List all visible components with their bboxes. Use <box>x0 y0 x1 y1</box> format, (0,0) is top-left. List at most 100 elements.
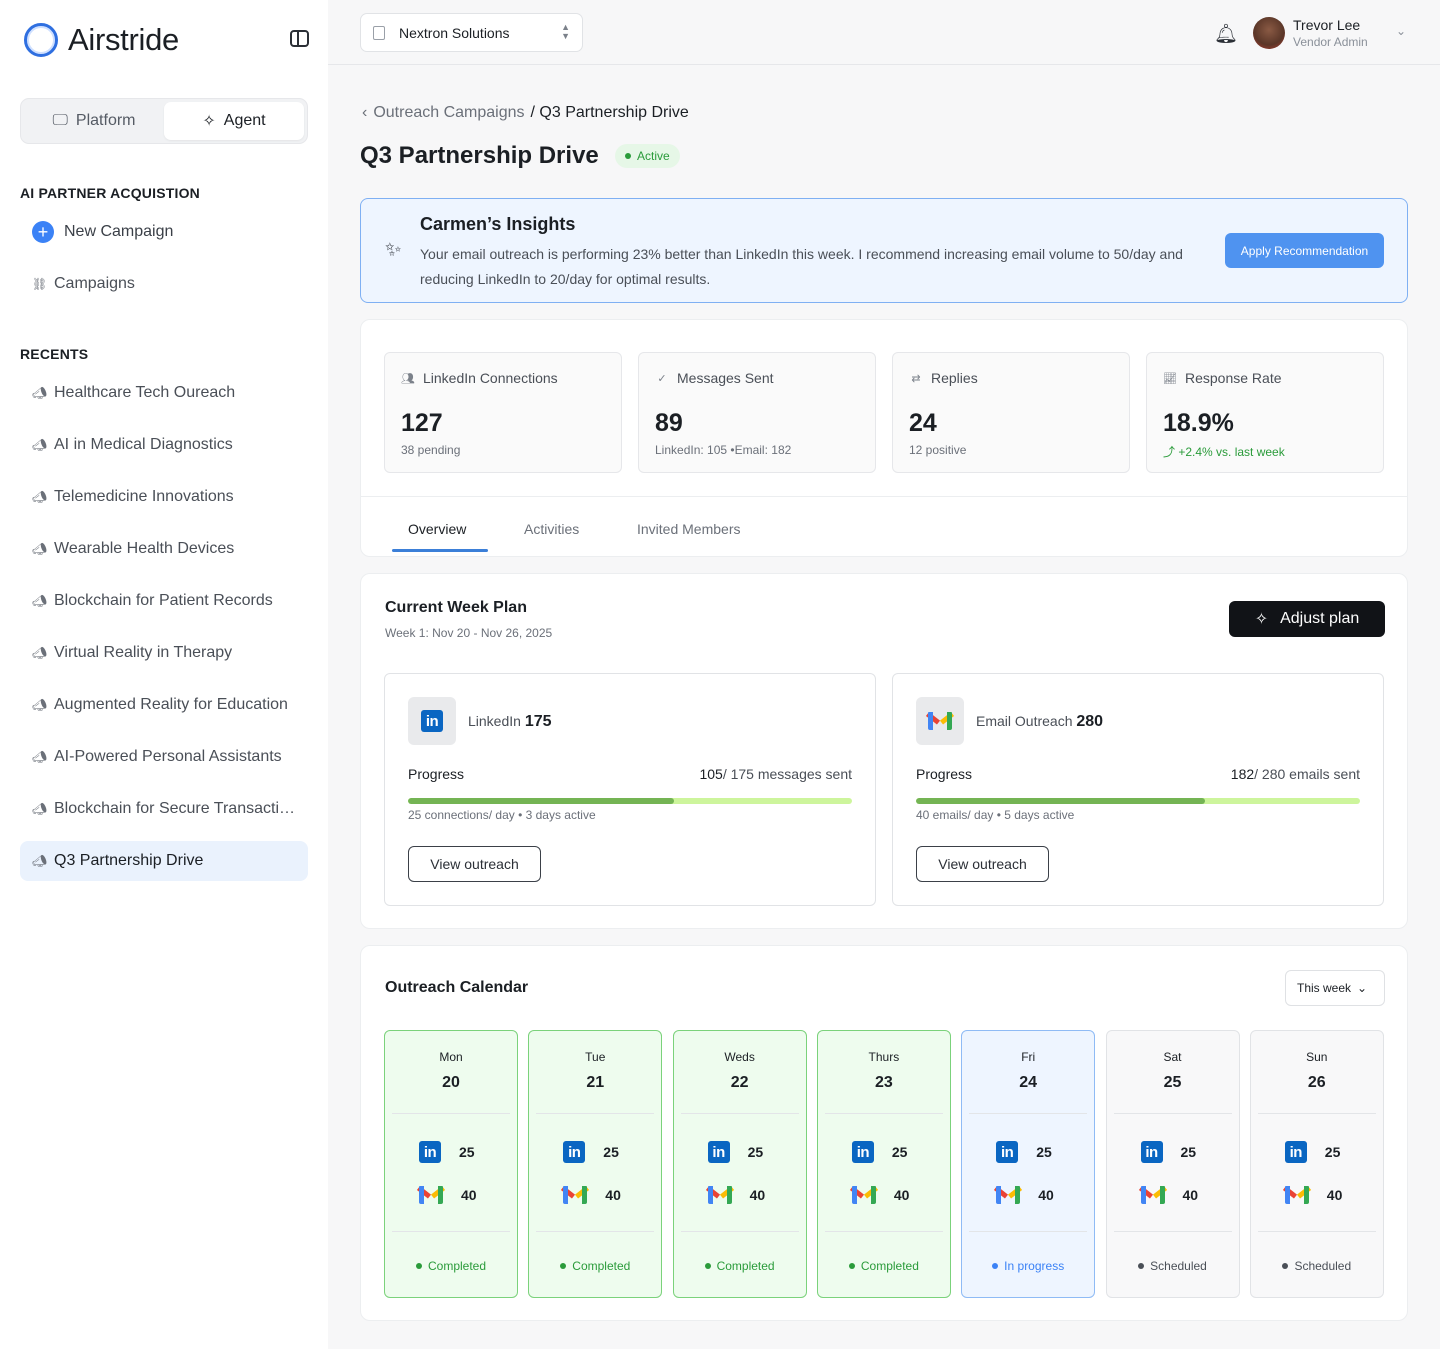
sidebar-item-recent[interactable]: 📣︎ Wearable Health Devices <box>20 529 308 569</box>
linkedin-icon: in <box>408 697 456 745</box>
avatar[interactable] <box>1253 17 1285 49</box>
recents-title: RECENTS <box>20 346 89 362</box>
gmail-icon <box>561 1186 590 1204</box>
tab-invited-members[interactable]: Invited Members <box>637 521 740 537</box>
day-number: 25 <box>1163 1074 1182 1091</box>
day-name: Mon <box>439 1050 463 1064</box>
email-count-row: 40 <box>561 1186 621 1204</box>
apply-recommendation-button[interactable]: Apply Recommendation <box>1225 233 1384 268</box>
stat-sub: LinkedIn: 105 •Email: 182 <box>655 443 792 457</box>
outreach-calendar: Outreach Calendar This week ⌄ Mon 20 in 25 4… <box>360 945 1408 1321</box>
progress-count: 105/ 175 messages sent <box>699 766 852 782</box>
agent-label: Agent <box>223 112 266 129</box>
tab-overview[interactable]: Overview <box>408 521 466 537</box>
linkedin-icon: in <box>1140 1141 1163 1163</box>
user-name: Trevor Lee <box>1293 17 1361 33</box>
linkedin-icon: in <box>1284 1141 1307 1163</box>
sidebar-item-recent[interactable]: 📣︎ Blockchain for Patient Records <box>20 581 308 621</box>
view-outreach-button[interactable]: View outreach <box>916 846 1049 882</box>
linkedin-count-row: in 25 <box>996 1141 1052 1163</box>
day-name: Tue <box>585 1050 606 1064</box>
plus-icon: + <box>32 221 54 243</box>
tab-activities[interactable]: Activities <box>524 521 579 537</box>
calendar-day[interactable]: Weds 22 in 25 40 Completed <box>672 1030 807 1298</box>
day-status: Completed <box>529 1259 661 1273</box>
tab-bar: Overview Activities Invited Members <box>361 496 1407 557</box>
campaigns-label: Campaigns <box>54 275 135 292</box>
sidebar-item-recent[interactable]: 📣︎ Healthcare Tech Oureach <box>20 373 308 413</box>
divider <box>680 1231 799 1232</box>
calendar-day[interactable]: Tue 21 in 25 40 Completed <box>528 1030 663 1298</box>
status-label: Completed <box>427 1259 487 1273</box>
status-dot <box>560 1263 567 1269</box>
sidebar-item-recent[interactable]: 📣︎ AI in Medical Diagnostics <box>20 425 308 465</box>
brand-logo[interactable]: Airstride <box>24 22 179 58</box>
adjust-plan-label: Adjust plan <box>1280 610 1360 627</box>
platform-mode-button[interactable]: 🖵 Platform <box>24 102 164 140</box>
monitor-icon: 🖵 <box>52 112 68 129</box>
chevron-down-icon: ⌄ <box>1357 981 1368 995</box>
email-count-row: 40 <box>849 1186 910 1204</box>
email-count-row: 40 <box>705 1186 766 1204</box>
linkedin-count: 25 <box>1180 1144 1197 1160</box>
divider <box>1257 1231 1376 1232</box>
sidebar-item-recent[interactable]: 📣︎ AI-Powered Personal Assistants <box>20 737 308 777</box>
linkedin-count: 25 <box>603 1144 619 1160</box>
gmail-icon <box>1282 1186 1311 1204</box>
recent-label: Healthcare Tech Oureach <box>54 384 236 401</box>
calendar-day[interactable]: Mon 20 in 25 40 Completed <box>384 1030 518 1298</box>
sidebar-item-recent[interactable]: 📣︎ Q3 Partnership Drive <box>20 841 308 881</box>
link-icon: ⛓ <box>32 277 48 291</box>
sidebar-item-recent[interactable]: 📣︎ Blockchain for Secure Transactions <box>20 789 308 829</box>
calendar-day[interactable]: Sun 26 in 25 40 Scheduled <box>1249 1030 1384 1298</box>
recent-label: Augmented Reality for Education <box>54 696 288 713</box>
sidebar-item-recent[interactable]: 📣︎ Virtual Reality in Therapy <box>20 633 308 673</box>
org-name: Nextron Solutions <box>399 24 510 41</box>
progress-bar <box>408 798 852 804</box>
day-name: Thurs <box>868 1050 900 1064</box>
platform-label: Platform <box>75 112 136 129</box>
recent-label: Blockchain for Patient Records <box>54 592 273 609</box>
sidebar: Airstride 🖵 Platform ✧ Agent AI PARTNER … <box>0 0 328 1349</box>
new-campaign-label: New Campaign <box>64 223 174 240</box>
bell-icon[interactable]: 🔔︎ <box>1214 22 1238 46</box>
chevron-updown-icon: ▲ ▼ <box>561 22 570 41</box>
linkedin-count-row: in 25 <box>851 1141 907 1163</box>
agent-mode-button[interactable]: ✧ Agent <box>164 102 304 140</box>
day-status: Scheduled <box>1251 1259 1383 1273</box>
new-campaign-button[interactable]: + New Campaign <box>20 212 308 252</box>
org-selector[interactable]: Nextron Solutions ▲ ▼ <box>360 13 583 52</box>
stat-messages-sent: ✓ Messages Sent 89 LinkedIn: 105 •Email: … <box>638 352 876 473</box>
back-chevron-icon[interactable]: ‹ <box>362 104 367 122</box>
status-badge: Active <box>615 144 680 168</box>
range-select[interactable]: This week ⌄ <box>1285 970 1385 1006</box>
status-label: Completed <box>860 1259 919 1273</box>
stat-label: Replies <box>931 370 978 386</box>
sidebar-toggle-icon[interactable] <box>290 30 309 47</box>
sidebar-item-recent[interactable]: 📣︎ Telemedicine Innovations <box>20 477 308 517</box>
gmail-icon <box>1138 1186 1167 1204</box>
linkedin-count: 25 <box>747 1144 764 1160</box>
brand-name: Airstride <box>68 22 179 57</box>
email-count: 40 <box>893 1187 910 1203</box>
users-icon: 👥︎ <box>401 372 415 385</box>
view-outreach-button[interactable]: View outreach <box>408 846 541 882</box>
calendar-day[interactable]: Thurs 23 in 25 40 Completed <box>816 1030 951 1298</box>
breadcrumb-parent[interactable]: Outreach Campaigns <box>373 104 524 122</box>
stat-linkedin-connections: 👥︎ LinkedIn Connections 127 38 pending <box>384 352 622 473</box>
day-status: Completed <box>385 1259 517 1273</box>
stat-response-rate: 📈︎ Response Rate 18.9% ⤴ +2.4% vs. last w… <box>1146 352 1384 473</box>
chevron-down-icon[interactable]: ⌄ <box>1396 24 1406 38</box>
megaphone-icon: 📣︎ <box>32 386 48 400</box>
day-status: Completed <box>674 1259 806 1273</box>
sidebar-item-campaigns[interactable]: ⛓ Campaigns <box>20 264 308 304</box>
sidebar-item-recent[interactable]: 📣︎ Augmented Reality for Education <box>20 685 308 725</box>
adjust-plan-button[interactable]: ✧ Adjust plan <box>1229 601 1385 637</box>
email-count: 40 <box>749 1187 766 1203</box>
gmail-icon <box>994 1186 1023 1204</box>
recent-label: AI in Medical Diagnostics <box>54 436 233 453</box>
calendar-day[interactable]: Fri 24 in 25 40 In progress <box>961 1030 1096 1298</box>
megaphone-icon: 📣︎ <box>32 698 48 712</box>
email-count: 40 <box>1326 1187 1343 1203</box>
calendar-day[interactable]: Sat 25 in 25 40 Scheduled <box>1105 1030 1240 1298</box>
